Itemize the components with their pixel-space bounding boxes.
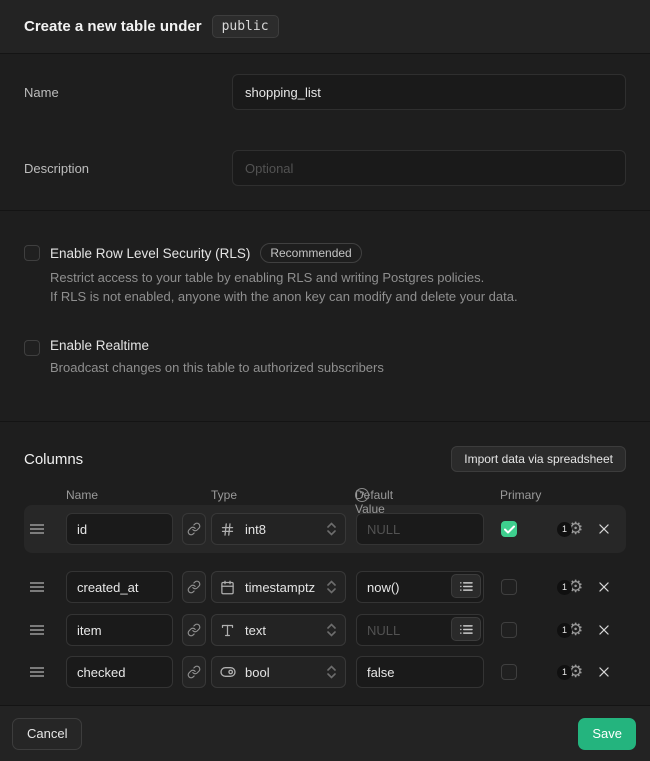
column-type-select[interactable]: bool	[211, 656, 346, 688]
foreign-key-link-icon[interactable]	[182, 513, 206, 545]
dialog-footer: Cancel Save	[0, 705, 650, 761]
rls-row: Enable Row Level Security (RLS) Recommen…	[24, 243, 626, 306]
column-row-created-at: timestamptz 1 ⚙	[24, 571, 626, 603]
columns-title: Columns	[24, 451, 83, 468]
drag-handle-icon[interactable]	[30, 666, 44, 678]
column-type-label: timestamptz	[245, 580, 327, 595]
primary-checkbox[interactable]	[501, 622, 517, 638]
default-suggestions-list-icon[interactable]	[451, 617, 481, 641]
column-grid-headers: Name Type Default Value ? Primary	[24, 488, 626, 504]
calendar-icon	[220, 580, 236, 595]
columns-section: Columns Import data via spreadsheet Name…	[0, 422, 650, 705]
chevrons-updown-icon	[327, 522, 337, 536]
create-table-dialog: Create a new table under public Name Des…	[0, 0, 650, 761]
foreign-key-link-icon[interactable]	[182, 656, 206, 688]
recommended-badge: Recommended	[260, 243, 361, 263]
settings-count-badge: 1	[557, 623, 572, 638]
toggle-icon	[220, 666, 236, 678]
column-name-input[interactable]	[66, 614, 173, 646]
primary-checkbox[interactable]	[501, 579, 517, 595]
foreign-key-link-icon[interactable]	[182, 571, 206, 603]
dialog-title: Create a new table under	[24, 18, 202, 35]
column-type-select[interactable]: int8	[211, 513, 346, 545]
column-row-item: text 1 ⚙	[24, 614, 626, 646]
remove-column-icon[interactable]	[597, 665, 611, 679]
column-row-highlight: int8 1 ⚙	[24, 505, 626, 553]
column-type-label: bool	[245, 665, 327, 680]
column-type-label: text	[245, 623, 327, 638]
column-type-select[interactable]: timestamptz	[211, 571, 346, 603]
name-label: Name	[24, 85, 232, 100]
basic-info-section: Name Description	[0, 54, 650, 211]
remove-column-icon[interactable]	[597, 580, 611, 594]
realtime-label: Enable Realtime	[50, 338, 149, 353]
chevrons-updown-icon	[327, 665, 337, 679]
drag-handle-icon[interactable]	[30, 581, 44, 593]
settings-count-badge: 1	[557, 522, 572, 537]
table-description-input[interactable]	[232, 150, 626, 186]
primary-checkbox[interactable]	[501, 664, 517, 680]
header-primary: Primary	[500, 488, 541, 502]
drag-handle-icon[interactable]	[30, 624, 44, 636]
save-button[interactable]: Save	[578, 718, 636, 750]
default-suggestions-list-icon[interactable]	[451, 574, 481, 598]
dialog-header: Create a new table under public	[0, 0, 650, 54]
hash-icon	[220, 522, 236, 537]
remove-column-icon[interactable]	[597, 522, 611, 536]
column-type-label: int8	[245, 522, 327, 537]
import-spreadsheet-button[interactable]: Import data via spreadsheet	[451, 446, 626, 472]
text-icon	[220, 623, 236, 638]
chevrons-updown-icon	[327, 580, 337, 594]
foreign-key-link-icon[interactable]	[182, 614, 206, 646]
cancel-button[interactable]: Cancel	[12, 718, 82, 750]
realtime-description: Broadcast changes on this table to autho…	[50, 358, 626, 377]
drag-handle-icon[interactable]	[30, 523, 44, 535]
realtime-row: Enable Realtime Broadcast changes on thi…	[24, 338, 626, 377]
description-label: Description	[24, 161, 232, 176]
default-value-input[interactable]	[356, 513, 484, 545]
default-value-input[interactable]	[356, 656, 484, 688]
settings-count-badge: 1	[557, 665, 572, 680]
primary-checkbox[interactable]	[501, 521, 517, 537]
rls-description: Restrict access to your table by enablin…	[50, 268, 626, 306]
column-row-checked: bool 1 ⚙	[24, 656, 626, 688]
header-name: Name	[66, 488, 98, 502]
help-circle-icon[interactable]: ?	[355, 488, 369, 502]
toggles-section: Enable Row Level Security (RLS) Recommen…	[0, 211, 650, 422]
settings-count-badge: 1	[557, 580, 572, 595]
name-row: Name	[24, 74, 626, 110]
column-name-input[interactable]	[66, 571, 173, 603]
column-name-input[interactable]	[66, 656, 173, 688]
realtime-checkbox[interactable]	[24, 340, 40, 356]
description-row: Description	[24, 150, 626, 186]
column-type-select[interactable]: text	[211, 614, 346, 646]
schema-badge: public	[212, 15, 279, 38]
column-name-input[interactable]	[66, 513, 173, 545]
table-name-input[interactable]	[232, 74, 626, 110]
rls-checkbox[interactable]	[24, 245, 40, 261]
rls-label: Enable Row Level Security (RLS)	[50, 246, 250, 261]
header-type: Type	[211, 488, 237, 502]
column-row-id: int8 1 ⚙	[24, 513, 626, 545]
remove-column-icon[interactable]	[597, 623, 611, 637]
chevrons-updown-icon	[327, 623, 337, 637]
